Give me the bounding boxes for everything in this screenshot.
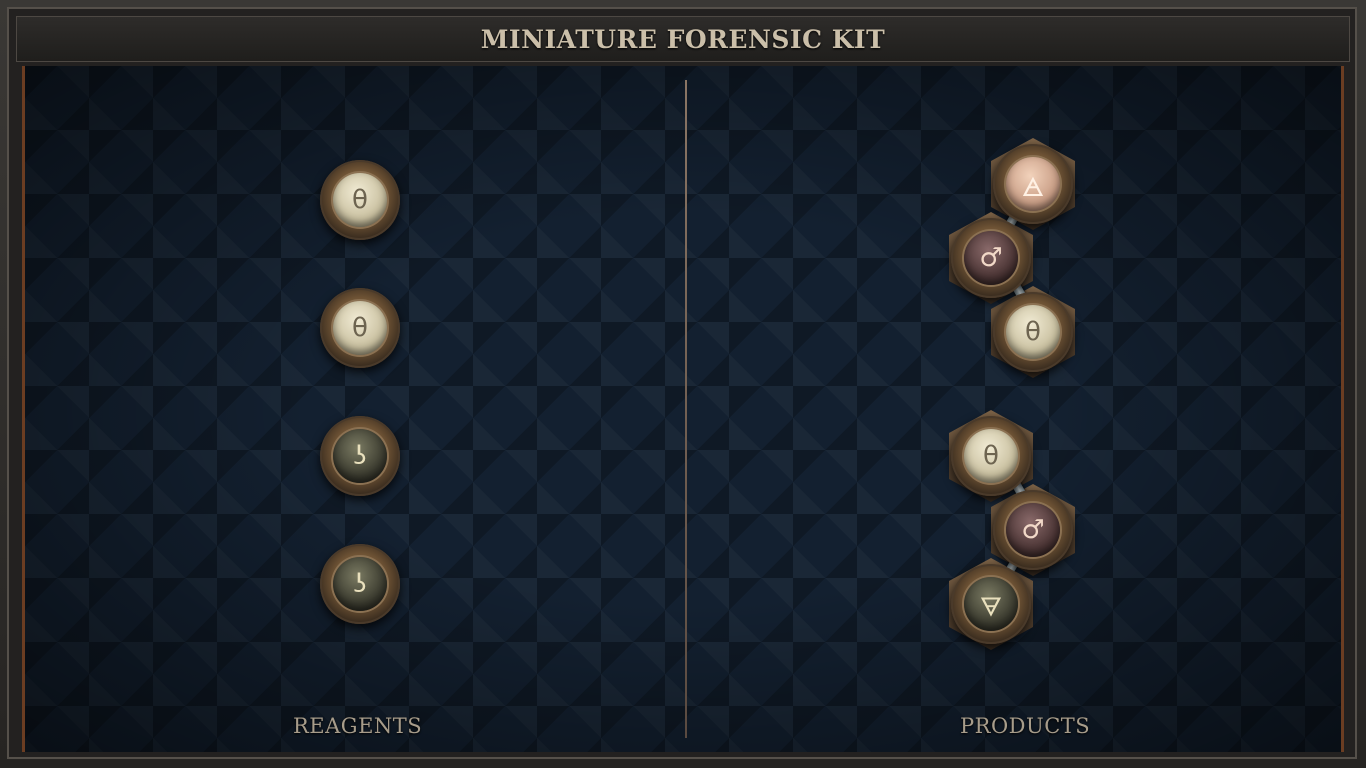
product-2-glyph-3: 🜃 <box>964 577 1018 631</box>
product-1-atom-3: θ <box>993 292 1073 372</box>
reagent-slot-2[interactable]: θ <box>320 288 400 368</box>
product-2-atom-2: ♂ <box>993 490 1073 570</box>
product-2-atom-1: θ <box>951 416 1031 496</box>
product-1-glyph-1: 🜁 <box>1006 157 1060 211</box>
reagent-glyph-4: ʖ <box>333 557 387 611</box>
product-1-glyph-2: ♂ <box>964 231 1018 285</box>
product-1-atom-2: ♂ <box>951 218 1031 298</box>
reagent-slot-3[interactable]: ʖ <box>320 416 400 496</box>
product-2-atom-3: 🜃 <box>951 564 1031 644</box>
products-label: PRODUCTS <box>960 714 1091 738</box>
product-2-glyph-1: θ <box>964 429 1018 483</box>
reagent-slot-1[interactable]: θ <box>320 160 400 240</box>
reagent-glyph-1: θ <box>333 173 387 227</box>
window-frame: MINIATURE FORENSIC KIT θ θ ʖ ʖ REAGENTS … <box>0 0 1366 768</box>
title-bar: MINIATURE FORENSIC KIT <box>16 16 1350 62</box>
product-2-glyph-2: ♂ <box>1006 503 1060 557</box>
reagent-slot-4[interactable]: ʖ <box>320 544 400 624</box>
reagents-label: REAGENTS <box>293 714 423 738</box>
product-1-atom-1: 🜁 <box>993 144 1073 224</box>
reagent-glyph-3: ʖ <box>333 429 387 483</box>
reagent-glyph-2: θ <box>333 301 387 355</box>
workbench-panel: θ θ ʖ ʖ REAGENTS 🜁 ♂ θ θ ♂ 🜃 PRODUCTS <box>22 66 1344 752</box>
column-divider <box>685 80 687 738</box>
product-1-glyph-3: θ <box>1006 305 1060 359</box>
page-title: MINIATURE FORENSIC KIT <box>480 24 886 54</box>
